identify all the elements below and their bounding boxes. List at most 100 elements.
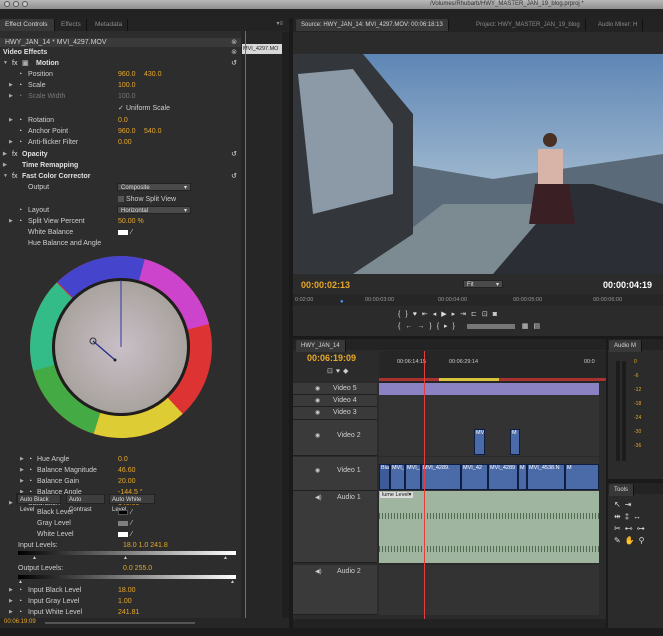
audio1-clip[interactable]: lume Level▾ [379,491,599,563]
video2-track-area[interactable] [379,420,599,456]
timeline-scrollbar[interactable] [293,619,606,628]
flicker-value[interactable]: 0.00 [118,138,132,147]
video1-clip[interactable]: MVI_4538.N [527,464,565,490]
stopwatch-icon[interactable]: ◔ [18,81,22,90]
track-header-video5[interactable]: ◉ Video 5 [293,383,377,395]
snap-icon[interactable]: ⊡ [327,368,336,375]
anchor-y[interactable]: 540.0 [144,127,162,136]
stopwatch-icon[interactable]: ◔ [18,70,22,79]
expand-flicker-icon[interactable]: ▶ [9,138,13,147]
split-pct-value[interactable]: 50.00 % [118,217,144,226]
expand-scale-icon[interactable]: ▶ [9,81,13,90]
track-header-audio2[interactable]: ◀) Audio 2 [293,565,377,615]
set-marker-icon[interactable]: ♥ [413,311,422,318]
sequence-ruler[interactable]: 00:06:14:15 00:06:29:14 00:0 [379,351,606,383]
speaker-icon[interactable]: ◀) [315,494,322,501]
white-balance-swatch[interactable] [118,230,128,235]
video1-clip[interactable]: M [565,464,599,490]
rotation-value[interactable]: 0.0 [118,116,128,125]
eye-icon[interactable]: ◉ [315,409,320,416]
reset-opacity-icon[interactable]: ↺ [231,150,237,159]
razor-tool-icon[interactable]: ✂ [614,524,625,533]
output-levels-sliders[interactable]: ▲ ▲ [18,580,236,585]
camera-icon[interactable]: ◙ [493,311,502,318]
shuttle-right-icon[interactable]: →} [417,323,436,330]
video1-clip[interactable]: MVI_4289. [421,464,461,490]
expand-scale-width-icon[interactable]: ▶ [9,92,13,101]
auto-contrast-button[interactable]: Auto Contrast [66,494,105,513]
stopwatch-icon[interactable]: ◔ [28,455,32,464]
clip-toggle-icon[interactable]: ⊗ [231,38,237,47]
speaker-icon[interactable]: ◀) [315,568,322,575]
minimize-window-icon[interactable] [13,1,19,7]
mark-out-icon[interactable]: } [405,311,412,318]
overlay-icon[interactable]: ⊡ [482,311,493,318]
track-header-video2[interactable]: ◉ Video 2 [293,420,377,456]
volume-level-dropdown[interactable]: lume Level▾ [380,492,414,498]
tab-metadata[interactable]: Metadata [90,19,129,31]
mini-clip[interactable]: MVI_4297.MO [242,44,282,54]
input-gray-slider[interactable]: ▲ [123,556,128,561]
tab-tools[interactable]: Tools [609,484,635,496]
stopwatch-icon[interactable]: ◔ [18,608,22,617]
rate-stretch-tool-icon[interactable]: ↔ [633,512,645,521]
tab-effects[interactable]: Effects [56,19,87,31]
stopwatch-icon[interactable]: ◔ [18,597,22,606]
tab-effect-controls[interactable]: Effect Controls [0,19,55,31]
safe-margins-icon[interactable]: ▦ [522,323,534,330]
video1-clip[interactable]: M [518,464,527,490]
input-levels-sliders[interactable]: ▲ ▲ ▲ [18,556,236,561]
eyedropper-icon[interactable]: ⁄ [131,530,132,539]
balance-gain-value[interactable]: 20.00 [118,477,136,486]
expand-balance-mag-icon[interactable]: ▶ [20,466,24,475]
hue-angle-value[interactable]: 0.0 [118,455,128,464]
shuttle-left-icon[interactable]: {← [398,323,417,330]
zoom-slider[interactable] [45,622,195,624]
ripple-edit-tool-icon[interactable]: ⇹ [614,512,625,521]
sequence-timecode[interactable]: 00:06:19:09 [307,353,356,363]
tab-sequence[interactable]: HWY_JAN_14 [296,340,346,352]
expand-rotation-icon[interactable]: ▶ [9,116,13,125]
expand-remap-icon[interactable]: ▶ [3,161,7,170]
eyedropper-icon[interactable]: ⁄ [131,228,132,237]
video1-clip[interactable]: MVI_4 [405,464,421,490]
layout-dropdown[interactable]: Horizontal ▾ [117,206,191,214]
expand-hue-angle-icon[interactable]: ▶ [20,455,24,464]
track-header-video3[interactable]: ◉ Video 3 [293,407,377,420]
input-black-value[interactable]: 18.00 [118,586,136,595]
stopwatch-icon[interactable]: ◔ [18,586,22,595]
input-black-slider[interactable]: ▲ [32,556,37,561]
stopwatch-icon[interactable]: ◔ [18,206,22,215]
expand-motion-icon[interactable]: ▼ [3,59,8,68]
position-y[interactable]: 430.0 [144,70,162,79]
selection-tool-icon[interactable]: ↖ [614,500,625,509]
video3-track-area[interactable] [379,407,599,420]
hue-balance-wheel[interactable] [30,256,212,438]
video1-clip[interactable]: MVI_42 [461,464,488,490]
source-ruler[interactable]: 0:02:00 00:00:03:00 00:00:04:00 00:00:05… [293,294,663,306]
expand-fcc-icon[interactable]: ▼ [3,172,8,181]
close-window-icon[interactable] [4,1,10,7]
eyedropper-icon[interactable]: ⁄ [131,508,132,517]
output-white-slider[interactable]: ▲ [230,580,235,585]
hand-tool-icon[interactable]: ✋ [625,536,639,545]
stopwatch-icon[interactable]: ◔ [28,466,32,475]
expand-split-pct-icon[interactable]: ▶ [9,217,13,226]
jog-slider[interactable] [466,323,515,329]
slip-tool-icon[interactable]: ⊷ [625,524,637,533]
timeline-playhead[interactable] [424,351,425,621]
go-to-in-icon[interactable]: ⇤ [422,311,433,318]
black-level-swatch[interactable] [118,510,128,515]
scale-value[interactable]: 100.0 [118,81,136,90]
audio2-track-area[interactable] [379,565,599,615]
input-gray-value[interactable]: 1.00 [118,597,132,606]
slide-tool-icon[interactable]: ⊶ [637,524,649,533]
tab-audio-mixer[interactable]: Audio Mixer: H [593,19,644,31]
tab-source[interactable]: Source: HWY_JAN_14: MVI_4297.MOV: 00:06:… [296,19,449,31]
gray-level-swatch[interactable] [118,521,128,526]
rolling-edit-tool-icon[interactable]: ‡ [625,512,633,521]
input-white-slider[interactable]: ▲ [223,556,228,561]
eye-icon[interactable]: ◉ [315,385,320,392]
stopwatch-icon[interactable]: ◔ [18,138,22,147]
stopwatch-icon[interactable]: ◔ [18,217,22,226]
